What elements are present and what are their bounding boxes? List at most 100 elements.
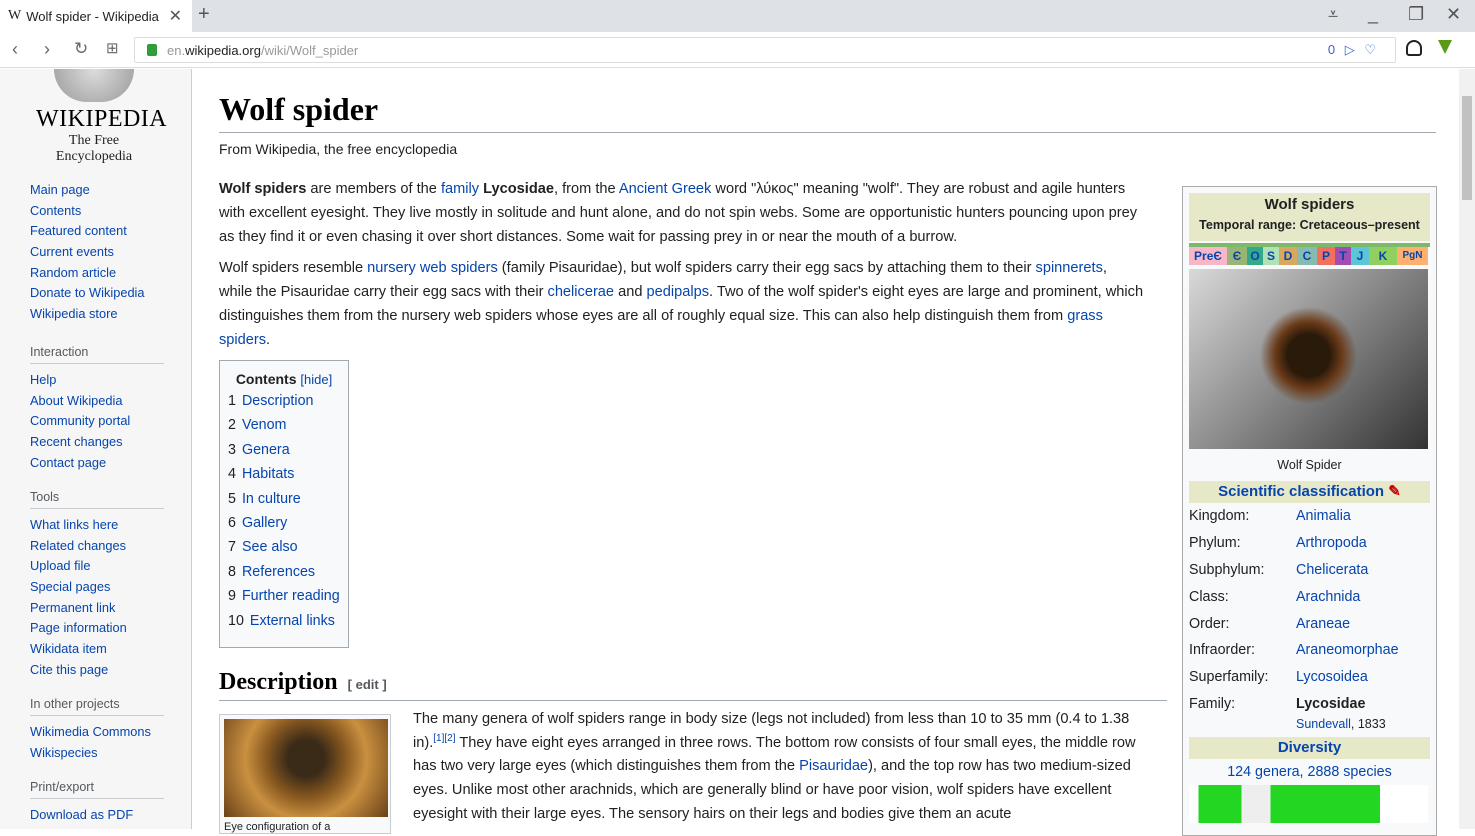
sidebar-item-current-events[interactable]: Current events [30, 244, 164, 265]
sidebar-item-community[interactable]: Community portal [30, 413, 164, 434]
intro-paragraph-1: Wolf spiders are members of the family L… [219, 181, 1138, 245]
period-label[interactable]: S [1263, 247, 1279, 265]
link-ancient-greek[interactable]: Ancient Greek [619, 181, 711, 197]
restore-icon[interactable]: ❐ [1408, 4, 1424, 25]
description-paragraph: The many genera of wolf spiders range in… [413, 711, 1136, 822]
sidebar-item-upload[interactable]: Upload file [30, 558, 164, 579]
rank-row: Family: Lycosidae [1189, 695, 1366, 712]
period-label[interactable]: C [1297, 247, 1317, 265]
spider-eyes-image[interactable] [224, 719, 388, 817]
sidebar-item-about[interactable]: About Wikipedia [30, 393, 164, 414]
intro-paragraph-2: Wolf spiders resemble nursery web spider… [219, 260, 1144, 348]
period-label[interactable]: D [1279, 247, 1297, 265]
link-nursery-web-spiders[interactable]: nursery web spiders [367, 260, 498, 276]
article-tagline: From Wikipedia, the free encyclopedia [219, 141, 458, 157]
sidebar-item-featured[interactable]: Featured content [30, 223, 164, 244]
toc-hide-link[interactable]: [hide] [300, 372, 332, 387]
sidebar-item-what-links[interactable]: What links here [30, 517, 164, 538]
url-badges[interactable]: 0 ▷ ♡ [1328, 42, 1379, 58]
tab-list-icon[interactable]: ⩡ [1328, 4, 1338, 25]
sidebar-item-page-info[interactable]: Page information [30, 620, 164, 641]
sidebar-item-permanent[interactable]: Permanent link [30, 600, 164, 621]
print-portal: Print/export Download as PDF [30, 780, 164, 828]
page-title: Wolf spider [219, 91, 1436, 133]
taxobox: Wolf spiders Temporal range: Cretaceous–… [1182, 186, 1437, 836]
period-label[interactable]: P [1317, 247, 1335, 265]
edit-section-link[interactable]: [ edit ] [348, 677, 387, 692]
link-pisauridae[interactable]: Pisauridae [799, 758, 868, 774]
period-label[interactable]: PgN [1397, 247, 1428, 265]
back-icon[interactable]: ‹ [12, 39, 18, 60]
interaction-portal: Interaction Help About Wikipedia Communi… [30, 345, 164, 475]
sidebar-item-donate[interactable]: Donate to Wikipedia [30, 285, 164, 306]
minimize-icon[interactable]: _ [1368, 4, 1378, 25]
eye-thumbnail[interactable]: Eye configuration of a [219, 714, 391, 834]
thumbnail-caption: Eye configuration of a [224, 821, 331, 833]
table-of-contents: Contents [hide] 1 Description 2 Venom 3 Gen… [219, 360, 349, 648]
speed-dial-icon[interactable]: ⊞ [106, 39, 119, 57]
wikipedia-logo[interactable]: WIKIPEDIA The Free Encyclopedia [36, 69, 167, 169]
section-heading-description: Description[ edit ] [219, 669, 1167, 701]
family-authority: Sundevall, 1833 [1296, 717, 1386, 732]
toc-item[interactable]: 3 Genera [228, 442, 340, 466]
toc-item[interactable]: 9 Further reading [228, 588, 340, 612]
diversity-value[interactable]: 124 genera, 2888 species [1189, 759, 1430, 785]
link-chelicerae[interactable]: chelicerae [548, 284, 615, 300]
edit-pencil-icon[interactable]: ✎ [1388, 483, 1401, 500]
sidebar-item-help[interactable]: Help [30, 372, 164, 393]
toc-item[interactable]: 8 References [228, 564, 340, 588]
sidebar-item-recent[interactable]: Recent changes [30, 434, 164, 455]
period-label[interactable]: Є [1227, 247, 1247, 265]
citation-1[interactable]: [1] [433, 733, 444, 744]
link-pedipalps[interactable]: pedipalps [647, 284, 709, 300]
sidebar-item-cite[interactable]: Cite this page [30, 662, 164, 683]
sidebar-item-wikidata[interactable]: Wikidata item [30, 641, 164, 662]
close-window-icon[interactable]: ✕ [1446, 4, 1461, 25]
toc-title: Contents [235, 371, 297, 387]
link-spinnerets[interactable]: spinnerets [1036, 260, 1103, 276]
link-grass-spiders[interactable]: grass spiders [219, 308, 1103, 348]
period-label[interactable]: J [1351, 247, 1369, 265]
scrollbar-thumb[interactable] [1462, 96, 1472, 200]
distribution-map[interactable] [1189, 785, 1428, 824]
toc-item[interactable]: 2 Venom [228, 417, 340, 441]
period-label[interactable]: O [1247, 247, 1263, 265]
period-label[interactable]: PreЄ [1189, 247, 1227, 265]
toc-item[interactable]: 4 Habitats [228, 466, 340, 490]
rank-row: Class: Arachnida [1189, 588, 1361, 605]
toc-item[interactable]: 1 Description [228, 393, 340, 417]
globe-icon [54, 69, 134, 102]
sidebar-item-commons[interactable]: Wikimedia Commons [30, 724, 164, 745]
sidebar-item-contents[interactable]: Contents [30, 203, 164, 224]
toc-item[interactable]: 6 Gallery [228, 515, 340, 539]
reload-icon[interactable]: ↻ [74, 39, 88, 59]
citation-2[interactable]: [2] [444, 733, 455, 744]
period-label[interactable]: T [1335, 247, 1351, 265]
period-label[interactable]: K [1369, 247, 1397, 265]
toc-item[interactable]: 5 In culture [228, 491, 340, 515]
url-field[interactable]: en. wikipedia.org/wiki/Wolf_spider 0 ▷ ♡ [134, 37, 1396, 63]
new-tab-icon[interactable]: + [198, 3, 210, 26]
forward-icon[interactable]: › [44, 39, 50, 60]
rank-row: Kingdom: Animalia [1189, 508, 1351, 525]
portal-heading: Interaction [30, 345, 164, 364]
wolf-spider-photo[interactable] [1189, 269, 1428, 449]
lock-icon [147, 44, 157, 56]
sidebar-item-special[interactable]: Special pages [30, 579, 164, 600]
extension-bell-icon[interactable] [1406, 40, 1422, 56]
sidebar-item-store[interactable]: Wikipedia store [30, 306, 164, 327]
sidebar-item-main-page[interactable]: Main page [30, 182, 164, 203]
toc-item[interactable]: 7 See also [228, 539, 340, 563]
extension-download-icon[interactable] [1438, 40, 1452, 54]
browser-tab[interactable]: W Wolf spider - Wikipedia ✕ [0, 0, 192, 32]
sidebar-item-related[interactable]: Related changes [30, 538, 164, 559]
close-tab-icon[interactable]: ✕ [169, 6, 182, 26]
sidebar-item-wikispecies[interactable]: Wikispecies [30, 745, 164, 766]
sidebar: WIKIPEDIA The Free Encyclopedia Main pag… [0, 69, 191, 829]
link-family[interactable]: family [441, 181, 479, 197]
sidebar-item-download-pdf[interactable]: Download as PDF [30, 807, 164, 828]
toc-item[interactable]: 10 External links [228, 613, 340, 637]
temporal-range: Temporal range: Cretaceous–present [1199, 218, 1420, 232]
sidebar-item-random[interactable]: Random article [30, 265, 164, 286]
sidebar-item-contact[interactable]: Contact page [30, 455, 164, 476]
